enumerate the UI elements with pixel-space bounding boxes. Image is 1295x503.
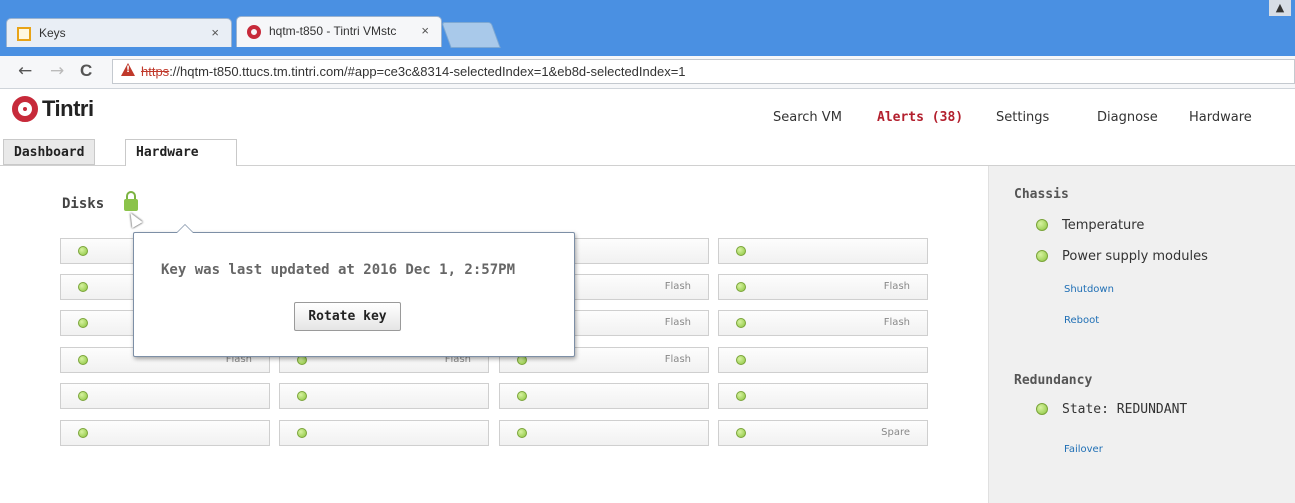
disk-slot[interactable] — [499, 383, 709, 409]
power-supply-status: Power supply modules — [1062, 249, 1208, 264]
address-bar[interactable]: https://hqtm-t850.ttucs.tm.tintri.com/#a… — [112, 59, 1295, 84]
status-led-icon — [736, 355, 746, 365]
browser-tabstrip: Keys × hqtm-t850 - Tintri VMstc × ▲ — [0, 0, 1295, 56]
reload-icon[interactable]: C — [80, 61, 92, 81]
disk-type-label: Flash — [664, 354, 691, 365]
status-led-icon — [517, 391, 527, 401]
nav-hardware[interactable]: Hardware — [1189, 110, 1252, 125]
window-profile-button[interactable]: ▲ — [1269, 0, 1291, 16]
browser-toolbar: ← → C https://hqtm-t850.ttucs.tm.tintri.… — [0, 56, 1295, 89]
nav-alerts[interactable]: Alerts (38) — [877, 110, 963, 125]
disk-type-label: Flash — [883, 317, 910, 328]
key-info-popover: Key was last updated at 2016 Dec 1, 2:57… — [133, 224, 575, 357]
insecure-warning-icon — [121, 63, 135, 76]
disk-type-label: Spare — [881, 427, 910, 438]
disk-slot[interactable] — [279, 383, 489, 409]
browser-tab-keys[interactable]: Keys × — [6, 18, 232, 47]
key-updated-message: Key was last updated at 2016 Dec 1, 2:57… — [161, 262, 516, 278]
status-led-icon — [1036, 219, 1048, 231]
browser-tab-title: Keys — [39, 26, 66, 40]
tintri-tab-icon — [247, 25, 261, 39]
disk-type-label: Flash — [664, 317, 691, 328]
status-led-icon — [297, 428, 307, 438]
disk-slot[interactable] — [718, 383, 928, 409]
disk-slot[interactable] — [718, 347, 928, 373]
disk-type-label: Flash — [664, 281, 691, 292]
browser-tab-tintri[interactable]: hqtm-t850 - Tintri VMstc × — [236, 16, 442, 47]
disk-slot[interactable]: Flash — [718, 310, 928, 336]
forward-icon[interactable]: → — [50, 61, 64, 81]
tab-dashboard[interactable]: Dashboard — [3, 139, 96, 165]
disk-slot[interactable] — [499, 420, 709, 446]
status-led-icon — [736, 246, 746, 256]
status-sidebar — [989, 166, 1295, 503]
disk-slot[interactable]: Flash — [718, 274, 928, 300]
redundancy-title: Redundancy — [1014, 373, 1093, 388]
disk-slot[interactable] — [60, 420, 270, 446]
nav-diagnose[interactable]: Diagnose — [1097, 110, 1158, 125]
reboot-link[interactable]: Reboot — [1064, 315, 1099, 326]
url-text: https://hqtm-t850.ttucs.tm.tintri.com/#a… — [141, 64, 686, 79]
back-icon[interactable]: ← — [18, 61, 32, 81]
disks-title: Disks — [62, 196, 105, 212]
status-led-icon — [1036, 250, 1048, 262]
status-led-icon — [297, 391, 307, 401]
close-tab-icon[interactable]: × — [421, 23, 429, 38]
logo-text: Tintri — [42, 96, 94, 121]
close-tab-icon[interactable]: × — [211, 25, 219, 40]
disk-slot[interactable] — [718, 238, 928, 264]
disk-slot[interactable]: Spare — [718, 420, 928, 446]
status-led-icon — [78, 355, 88, 365]
status-led-icon — [736, 391, 746, 401]
disk-slot[interactable] — [60, 383, 270, 409]
status-led-icon — [78, 282, 88, 292]
status-led-icon — [78, 428, 88, 438]
status-led-icon — [517, 428, 527, 438]
redundancy-state: State: REDUNDANT — [1062, 402, 1188, 417]
tintri-logo-icon — [12, 96, 38, 122]
status-led-icon — [736, 318, 746, 328]
temperature-status: Temperature — [1062, 218, 1145, 233]
status-led-icon — [78, 246, 88, 256]
keys-tab-icon — [17, 27, 31, 41]
chassis-title: Chassis — [1014, 187, 1069, 202]
status-led-icon — [78, 391, 88, 401]
status-led-icon — [736, 282, 746, 292]
disk-slot[interactable] — [279, 420, 489, 446]
status-led-icon — [736, 428, 746, 438]
status-led-icon — [78, 318, 88, 328]
disk-type-label: Flash — [883, 281, 910, 292]
rotate-key-button[interactable]: Rotate key — [294, 302, 401, 331]
new-tab-button[interactable] — [441, 22, 501, 48]
nav-settings[interactable]: Settings — [996, 110, 1049, 125]
sub-tabbar: Dashboard Hardware — [0, 138, 1295, 167]
shutdown-link[interactable]: Shutdown — [1064, 284, 1114, 295]
tab-hardware[interactable]: Hardware — [125, 139, 237, 167]
status-led-icon — [1036, 403, 1048, 415]
browser-tab-title: hqtm-t850 - Tintri VMstc — [269, 24, 397, 38]
nav-search-vm[interactable]: Search VM — [773, 110, 842, 125]
failover-link[interactable]: Failover — [1064, 444, 1103, 455]
